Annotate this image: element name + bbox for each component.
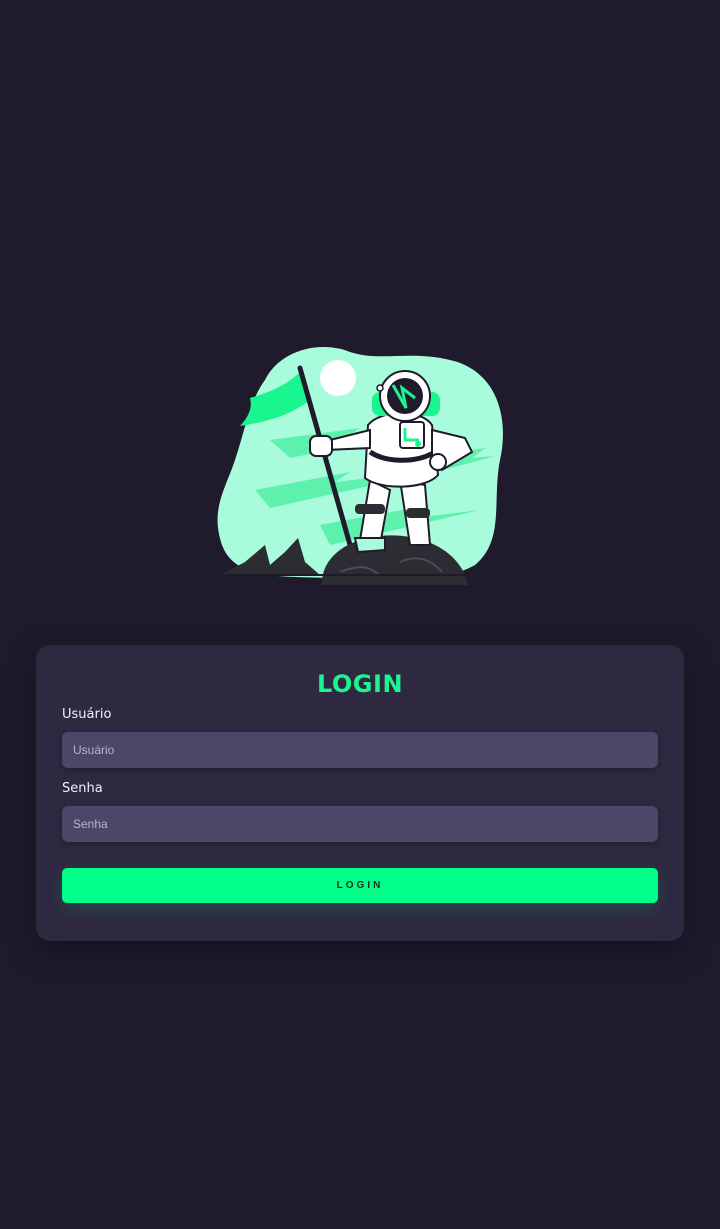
password-input[interactable]: [62, 806, 658, 842]
password-label: Senha: [62, 781, 103, 796]
moon-icon: [320, 360, 356, 396]
login-page: LOGIN Usuário Senha LOGIN: [0, 0, 720, 1229]
login-title: LOGIN: [316, 670, 404, 698]
astronaut-illustration: [215, 347, 505, 585]
login-card: LOGIN Usuário Senha LOGIN: [36, 645, 684, 941]
login-button[interactable]: LOGIN: [62, 868, 658, 903]
username-input[interactable]: [62, 732, 658, 768]
username-label: Usuário: [62, 707, 112, 722]
